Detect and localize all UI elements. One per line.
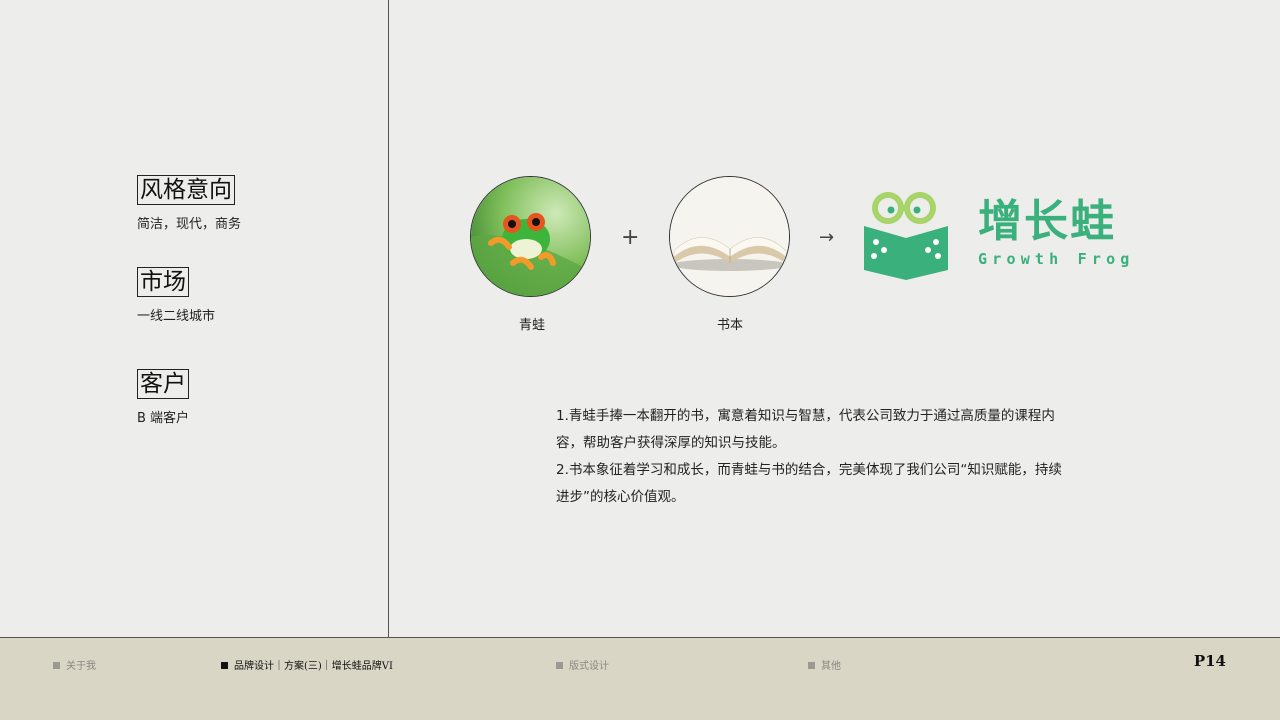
concept-description: 1.青蛙手捧一本翻开的书，寓意着知识与智慧，代表公司致力于通过高质量的课程内容，… <box>556 403 1066 511</box>
arrow-right-icon: → <box>819 227 835 248</box>
nav-brand-design[interactable]: 品牌设计｜方案(三)｜增长蛙品牌VI <box>221 657 393 672</box>
square-bullet-icon <box>808 662 815 669</box>
description-point-1: 1.青蛙手捧一本翻开的书，寓意着知识与智慧，代表公司致力于通过高质量的课程内容，… <box>556 408 1055 451</box>
brand-name-cn: 增长蛙 <box>978 196 1116 247</box>
square-bullet-icon <box>556 662 563 669</box>
section-client: 客户 B 端客户 <box>137 369 189 426</box>
square-bullet-icon <box>221 662 228 669</box>
section-market-sub: 一线二线城市 <box>137 309 216 324</box>
section-client-sub: B 端客户 <box>137 411 190 426</box>
nav-about[interactable]: 关于我 <box>53 657 96 672</box>
nav-other-label: 其他 <box>821 661 841 672</box>
description-point-2: 2.书本象征着学习和成长，而青蛙与书的结合，完美体现了我们公司“知识赋能，持续进… <box>556 462 1062 505</box>
nav-about-label: 关于我 <box>66 661 96 672</box>
book-caption: 书本 <box>716 318 743 333</box>
section-client-heading: 客户 <box>137 369 189 399</box>
vertical-divider <box>388 0 389 638</box>
frog-caption: 青蛙 <box>518 318 545 333</box>
square-bullet-icon <box>53 662 60 669</box>
nav-other[interactable]: 其他 <box>808 657 841 672</box>
plus-icon: + <box>621 225 640 250</box>
section-style-sub: 简洁，现代，商务 <box>137 217 242 232</box>
section-style: 风格意向 简洁，现代，商务 <box>137 175 241 232</box>
nav-brand-design-label: 品牌设计｜方案(三)｜增长蛙品牌VI <box>234 661 393 672</box>
brand-name-en: Growth Frog <box>978 250 1135 268</box>
nav-layout-design-label: 版式设计 <box>569 661 609 672</box>
nav-layout-design[interactable]: 版式设计 <box>556 657 609 672</box>
footer-bar: 关于我 品牌设计｜方案(三)｜增长蛙品牌VI 版式设计 其他 P14 <box>0 638 1280 720</box>
book-image <box>669 176 790 297</box>
section-market: 市场 一线二线城市 <box>137 267 215 324</box>
page-number: P14 <box>1193 652 1226 670</box>
frog-image <box>470 176 591 297</box>
section-style-heading: 风格意向 <box>137 175 235 205</box>
section-market-heading: 市场 <box>137 267 189 297</box>
growth-frog-logo-icon <box>864 192 948 286</box>
